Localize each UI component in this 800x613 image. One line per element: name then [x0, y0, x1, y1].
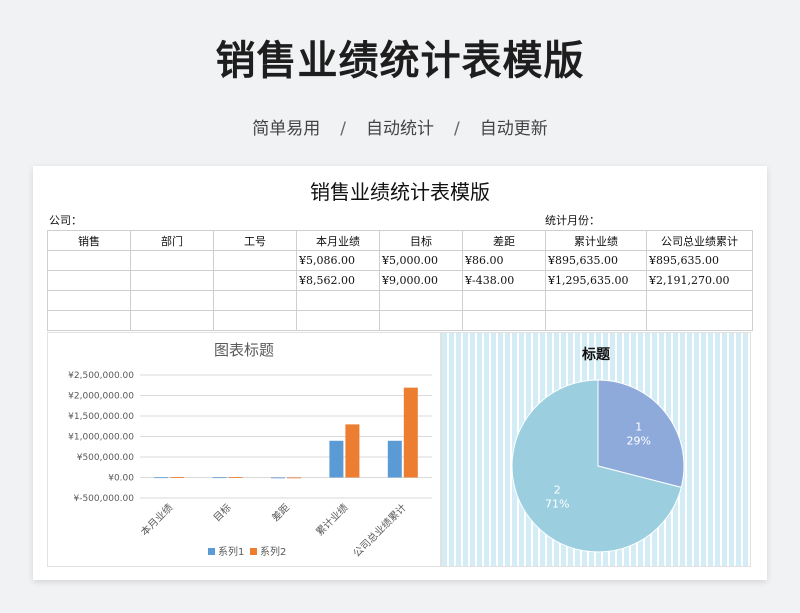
- bar-series2[interactable]: [287, 477, 301, 479]
- bar-series1[interactable]: [154, 477, 169, 479]
- x-tick-label: 本月业绩: [138, 501, 175, 538]
- column-header[interactable]: 销售: [47, 230, 131, 251]
- table-cell[interactable]: [545, 310, 647, 331]
- table-cell[interactable]: ¥5,000.00: [379, 250, 463, 271]
- table-cell[interactable]: ¥895,635.00: [545, 250, 647, 271]
- tagline-item-easy: 简单易用: [252, 119, 321, 139]
- table-cell[interactable]: ¥8,562.00: [296, 270, 380, 291]
- table-cell[interactable]: [545, 290, 647, 311]
- table-cell[interactable]: [47, 270, 131, 291]
- bar-series2[interactable]: [403, 387, 418, 478]
- table-header-row: 销售 部门 工号 本月业绩 目标 差距 累计业绩 公司总业绩累计: [47, 230, 753, 251]
- table-cell[interactable]: [213, 310, 297, 331]
- bar-series1[interactable]: [387, 440, 402, 478]
- y-tick-label: ¥-500,000.00: [73, 494, 134, 504]
- column-header[interactable]: 工号: [213, 230, 297, 251]
- tagline-separator: /: [340, 119, 346, 139]
- table-cell[interactable]: [646, 290, 753, 311]
- table-cell[interactable]: [130, 270, 214, 291]
- column-header[interactable]: 差距: [462, 230, 546, 251]
- pie-title: 标题: [581, 346, 611, 363]
- tagline-separator: /: [454, 119, 460, 139]
- table-cell[interactable]: [213, 250, 297, 271]
- table-row: [47, 310, 753, 331]
- bar-series2[interactable]: [345, 424, 360, 478]
- spreadsheet-preview: 销售业绩统计表模版 公司： 统计月份： 销售 部门 工号 本月业绩 目标 差距 …: [33, 166, 767, 580]
- table-cell[interactable]: [47, 310, 131, 331]
- y-tick-label: ¥2,500,000.00: [68, 371, 134, 381]
- y-tick-label: ¥2,000,000.00: [68, 392, 134, 402]
- column-header[interactable]: 累计业绩: [545, 230, 647, 251]
- table-row: ¥8,562.00 ¥9,000.00 ¥-438.00 ¥1,295,635.…: [47, 270, 753, 291]
- legend-swatch: [250, 548, 257, 555]
- table-cell[interactable]: [462, 310, 546, 331]
- pie-slice-label: 2: [554, 484, 561, 497]
- feature-tagline: 简单易用 / 自动统计 / 自动更新: [0, 114, 800, 139]
- table-cell[interactable]: [646, 310, 753, 331]
- legend-label: 系列1: [218, 545, 244, 558]
- table-cell[interactable]: [213, 270, 297, 291]
- chart-title: 图表标题: [214, 341, 274, 359]
- table-cell[interactable]: [47, 250, 131, 271]
- table-cell[interactable]: ¥895,635.00: [646, 250, 753, 271]
- month-label: 统计月份：: [545, 214, 600, 227]
- table-cell[interactable]: [462, 290, 546, 311]
- y-tick-label: ¥1,000,000.00: [68, 433, 134, 443]
- bar-chart: 图表标题 ¥2,500,000.00 ¥2,000,000.00 ¥1,500,000…: [68, 341, 432, 560]
- table-cell[interactable]: ¥9,000.00: [379, 270, 463, 291]
- table-row: [47, 290, 753, 311]
- table-cell[interactable]: [296, 310, 380, 331]
- table-cell[interactable]: ¥1,295,635.00: [545, 270, 647, 291]
- table-cell[interactable]: [379, 310, 463, 331]
- bar-series2[interactable]: [170, 477, 185, 478]
- pie-slice-label: 1: [635, 420, 642, 433]
- table-cell[interactable]: ¥-438.00: [462, 270, 546, 291]
- column-header[interactable]: 公司总业绩累计: [646, 230, 753, 251]
- x-tick-label: 差距: [269, 501, 292, 524]
- table-cell[interactable]: ¥86.00: [462, 250, 546, 271]
- column-header[interactable]: 目标: [379, 230, 463, 251]
- table-row: ¥5,086.00 ¥5,000.00 ¥86.00 ¥895,635.00 ¥…: [47, 250, 753, 271]
- column-header[interactable]: 本月业绩: [296, 230, 380, 251]
- x-tick-label: 目标: [211, 502, 234, 525]
- x-tick-label: 公司总业绩累计: [350, 501, 409, 560]
- table-cell[interactable]: [296, 290, 380, 311]
- legend-label: 系列2: [260, 545, 286, 558]
- y-tick-label: ¥0.00: [108, 474, 134, 484]
- pie-percent-label: 71%: [545, 498, 569, 511]
- pie-chart-panel[interactable]: 标题 1 29% 2 71%: [441, 332, 751, 567]
- table-cell[interactable]: [130, 250, 214, 271]
- table-cell[interactable]: ¥5,086.00: [296, 250, 380, 271]
- legend-swatch: [208, 548, 215, 555]
- table-cell[interactable]: ¥2,191,270.00: [646, 270, 753, 291]
- sales-table: 销售 部门 工号 本月业绩 目标 差距 累计业绩 公司总业绩累计 ¥5,086.…: [47, 230, 753, 331]
- bar-series1[interactable]: [212, 477, 227, 479]
- tagline-item-auto-update: 自动更新: [479, 119, 548, 139]
- bar-series1[interactable]: [329, 440, 344, 478]
- bar-series2[interactable]: [228, 477, 243, 478]
- y-tick-label: ¥1,500,000.00: [68, 412, 134, 422]
- bar-chart-panel[interactable]: 图表标题 ¥2,500,000.00 ¥2,000,000.00 ¥1,500,000…: [47, 332, 441, 567]
- table-cell[interactable]: [130, 310, 214, 331]
- tagline-item-auto-stat: 自动统计: [366, 119, 434, 139]
- pie-percent-label: 29%: [627, 434, 651, 447]
- table-cell[interactable]: [130, 290, 214, 311]
- y-tick-label: ¥500,000.00: [77, 453, 135, 463]
- sheet-title: 销售业绩统计表模版: [310, 180, 490, 204]
- table-cell[interactable]: [47, 290, 131, 311]
- x-tick-label: 累计业绩: [313, 501, 350, 538]
- column-header[interactable]: 部门: [130, 230, 214, 251]
- table-cell[interactable]: [213, 290, 297, 311]
- page-title: 销售业绩统计表模版: [215, 38, 585, 84]
- table-cell[interactable]: [379, 290, 463, 311]
- pie-chart: 标题 129% 271%: [511, 346, 685, 553]
- company-label: 公司：: [49, 214, 82, 227]
- bar-series1[interactable]: [271, 477, 285, 479]
